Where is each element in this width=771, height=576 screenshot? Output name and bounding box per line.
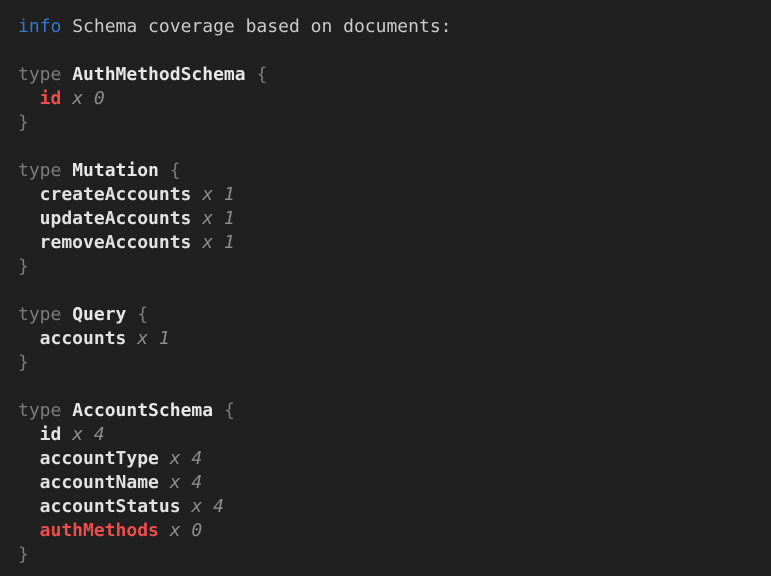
close-brace: } xyxy=(18,352,29,373)
field-name: accountName xyxy=(40,472,159,493)
type-keyword: type xyxy=(18,400,61,421)
count-value: 0 xyxy=(94,88,105,109)
blank-line xyxy=(18,135,761,159)
field-line: accountName x 4 xyxy=(18,471,761,495)
info-line: info Schema coverage based on documents: xyxy=(18,15,761,39)
count-value: 4 xyxy=(191,472,202,493)
times-symbol: x xyxy=(137,328,148,349)
field-line: accounts x 1 xyxy=(18,327,761,351)
type-name: Query xyxy=(72,304,126,325)
field-name: authMethods xyxy=(40,520,159,541)
type-keyword: type xyxy=(18,304,61,325)
field-count: x 4 xyxy=(170,472,203,493)
type-name: AuthMethodSchema xyxy=(72,64,245,85)
times-symbol: x xyxy=(202,232,213,253)
field-count: x 4 xyxy=(191,496,224,517)
type-keyword: type xyxy=(18,160,61,181)
field-name: removeAccounts xyxy=(40,232,192,253)
times-symbol: x xyxy=(170,448,181,469)
field-line: removeAccounts x 1 xyxy=(18,231,761,255)
times-symbol: x xyxy=(170,520,181,541)
count-value: 1 xyxy=(224,184,235,205)
field-count: x 4 xyxy=(170,448,203,469)
close-brace: } xyxy=(18,112,29,133)
times-symbol: x xyxy=(191,496,202,517)
field-line: accountStatus x 4 xyxy=(18,495,761,519)
type-declaration-line: type Mutation { xyxy=(18,159,761,183)
field-name: updateAccounts xyxy=(40,208,192,229)
field-name: accountStatus xyxy=(40,496,181,517)
field-name: createAccounts xyxy=(40,184,192,205)
close-brace: } xyxy=(18,256,29,277)
type-declaration-line: type AccountSchema { xyxy=(18,399,761,423)
times-symbol: x xyxy=(72,424,83,445)
times-symbol: x xyxy=(72,88,83,109)
type-declaration-line: type AuthMethodSchema { xyxy=(18,63,761,87)
type-declaration-line: type Query { xyxy=(18,303,761,327)
count-value: 1 xyxy=(224,232,235,253)
field-name: accounts xyxy=(40,328,127,349)
field-count: x 1 xyxy=(202,184,235,205)
open-brace: { xyxy=(170,160,181,181)
blank-line xyxy=(18,39,761,63)
count-value: 4 xyxy=(94,424,105,445)
close-brace: } xyxy=(18,544,29,565)
field-count: x 1 xyxy=(202,232,235,253)
close-brace-line: } xyxy=(18,351,761,375)
open-brace: { xyxy=(224,400,235,421)
times-symbol: x xyxy=(202,208,213,229)
info-message: Schema coverage based on documents: xyxy=(72,16,451,37)
blank-line xyxy=(18,375,761,399)
blank-line xyxy=(18,279,761,303)
close-brace-line: } xyxy=(18,543,761,567)
field-line: id x 4 xyxy=(18,423,761,447)
info-label: info xyxy=(18,16,61,37)
count-value: 4 xyxy=(213,496,224,517)
field-count: x 1 xyxy=(202,208,235,229)
field-line: authMethods x 0 xyxy=(18,519,761,543)
count-value: 1 xyxy=(159,328,170,349)
type-name: Mutation xyxy=(72,160,159,181)
type-name: AccountSchema xyxy=(72,400,213,421)
times-symbol: x xyxy=(170,472,181,493)
close-brace-line: } xyxy=(18,111,761,135)
terminal-output[interactable]: info Schema coverage based on documents:… xyxy=(0,0,771,576)
open-brace: { xyxy=(137,304,148,325)
field-count: x 0 xyxy=(170,520,203,541)
open-brace: { xyxy=(256,64,267,85)
field-name: accountType xyxy=(40,448,159,469)
count-value: 4 xyxy=(191,448,202,469)
count-value: 0 xyxy=(191,520,202,541)
field-count: x 1 xyxy=(137,328,170,349)
field-line: createAccounts x 1 xyxy=(18,183,761,207)
field-line: accountType x 4 xyxy=(18,447,761,471)
field-line: id x 0 xyxy=(18,87,761,111)
field-count: x 0 xyxy=(72,88,105,109)
count-value: 1 xyxy=(224,208,235,229)
field-name: id xyxy=(40,88,62,109)
field-count: x 4 xyxy=(72,424,105,445)
type-keyword: type xyxy=(18,64,61,85)
field-line: updateAccounts x 1 xyxy=(18,207,761,231)
times-symbol: x xyxy=(202,184,213,205)
field-name: id xyxy=(40,424,62,445)
close-brace-line: } xyxy=(18,255,761,279)
